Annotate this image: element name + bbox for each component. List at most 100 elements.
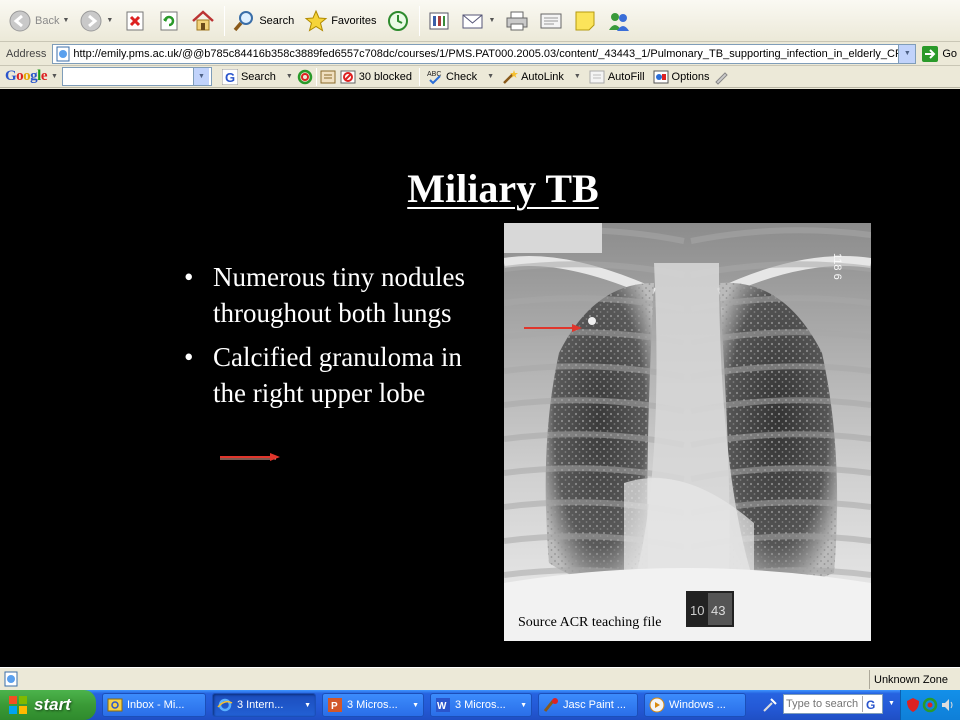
back-button[interactable]: Back ▼ (4, 4, 73, 38)
history-button[interactable] (382, 4, 414, 38)
options-icon (653, 69, 669, 85)
go-button[interactable]: Go (922, 45, 958, 62)
address-dropdown-icon[interactable]: ▼ (898, 44, 916, 63)
taskbar-item-ie-group[interactable]: 3 Intern... ▼ (212, 693, 316, 717)
svg-text:G: G (225, 70, 235, 85)
mail-button[interactable]: ▼ (457, 4, 499, 38)
group-dropdown-icon: ▼ (304, 701, 311, 709)
discuss-button[interactable] (569, 4, 601, 38)
back-dropdown-icon[interactable]: ▼ (62, 17, 69, 24)
news-icon[interactable] (320, 69, 336, 85)
go-label: Go (942, 47, 958, 60)
quick-launch-icon[interactable] (762, 697, 778, 713)
autolink-wand-icon (502, 69, 519, 85)
taskbar-item-powerpoint-group[interactable]: P 3 Micros... ▼ (322, 693, 424, 717)
film-corner-marker: 118 6 (831, 253, 843, 280)
address-input[interactable] (73, 47, 899, 60)
forward-dropdown-icon[interactable]: ▼ (106, 17, 113, 24)
autolink-button[interactable]: AutoLink ▼ (502, 67, 581, 87)
research-button[interactable] (423, 4, 455, 38)
taskbar-item-windows-media[interactable]: Windows ... (644, 693, 746, 717)
taskbar-item-paint-shop[interactable]: Jasc Paint ... (538, 693, 638, 717)
forward-button[interactable]: ▼ (75, 4, 117, 38)
taskbar-item-outlook[interactable]: Inbox - Mi... (102, 693, 206, 717)
google-search-options-icon[interactable]: ▼ (286, 73, 293, 80)
google-logo[interactable]: Google (0, 68, 51, 85)
pagerank-icon[interactable] (297, 69, 313, 85)
google-separator (418, 67, 420, 86)
favorites-star-icon (304, 9, 328, 33)
address-bar: Address ▼ Go (0, 42, 960, 66)
google-desktop-icon[interactable]: G (862, 696, 878, 712)
favorites-button[interactable]: Favorites (300, 4, 380, 38)
print-button[interactable] (501, 4, 533, 38)
stop-button[interactable] (119, 4, 151, 38)
internet-explorer-icon (217, 697, 233, 713)
go-arrow-icon (922, 45, 939, 62)
google-g-icon: G (221, 68, 238, 85)
svg-text:W: W (437, 701, 447, 712)
taskbar-item-count: 3 (237, 699, 244, 711)
refresh-icon (157, 9, 181, 33)
status-bar: Unknown Zone (0, 667, 960, 690)
spell-check-dropdown-icon[interactable]: ▼ (487, 73, 494, 80)
desktop-search-input[interactable] (784, 698, 862, 710)
popup-blocker-button[interactable]: 30 blocked (340, 67, 412, 87)
address-field[interactable]: ▼ (52, 43, 917, 64)
refresh-button[interactable] (153, 4, 185, 38)
taskbar-item-label: Micros... (356, 699, 398, 711)
home-button[interactable] (187, 4, 219, 38)
group-dropdown-icon: ▼ (412, 701, 419, 709)
autolink-dropdown-icon[interactable]: ▼ (574, 73, 581, 80)
toolbar-separator (224, 5, 226, 36)
tray-network-icon[interactable] (922, 697, 938, 713)
google-search-box[interactable]: ▼ (61, 67, 212, 86)
page-icon (55, 46, 71, 62)
abc-check-icon: ABC (427, 69, 443, 85)
sticky-note-icon (573, 9, 597, 33)
desktop-search-box[interactable]: G (783, 694, 883, 714)
tray-volume-icon[interactable] (940, 697, 956, 713)
spell-check-label: Check (445, 70, 478, 83)
windows-flag-icon (8, 695, 28, 715)
zone-label: Unknown Zone (874, 673, 948, 686)
svg-text:P: P (331, 701, 338, 712)
history-clock-icon (386, 9, 410, 33)
autofill-button[interactable]: AutoFill (589, 67, 645, 87)
image-source-caption: Source ACR teaching file (518, 615, 662, 630)
stop-icon (123, 9, 147, 33)
taskbar-item-count: 3 (347, 699, 354, 711)
red-arrow-legend-icon (220, 453, 280, 461)
back-arrow-icon (8, 9, 32, 33)
search-button[interactable]: Search (228, 4, 298, 38)
taskbar-item-word-group[interactable]: W 3 Micros... ▼ (430, 693, 532, 717)
taskbar-item-label: Intern... (246, 699, 284, 711)
options-button[interactable]: Options (653, 67, 709, 87)
google-search-button[interactable]: G Search ▼ (221, 67, 293, 87)
google-search-dropdown-icon[interactable]: ▼ (192, 68, 209, 85)
word-icon: W (435, 697, 451, 713)
home-icon (191, 9, 215, 33)
mail-dropdown-icon[interactable]: ▼ (488, 17, 495, 24)
film-marker-left: 10 (690, 603, 704, 618)
toolbar-separator (419, 5, 421, 36)
media-player-icon (649, 697, 665, 713)
slide-content: Miliary TB Numerous tiny nodules through… (0, 89, 960, 667)
autofill-form-icon (589, 69, 605, 85)
edit-button[interactable] (535, 4, 567, 38)
tray-shield-icon[interactable] (905, 697, 921, 713)
google-menu-dropdown-icon[interactable]: ▼ (51, 73, 58, 80)
outlook-icon (107, 697, 123, 713)
messenger-button[interactable] (603, 4, 635, 38)
security-zone: Unknown Zone (869, 670, 959, 689)
google-search-input[interactable] (62, 68, 193, 85)
highlighter-pencil-icon[interactable] (713, 69, 729, 85)
chest-xray-image: 118 6 10 43 (504, 223, 871, 641)
messenger-people-icon (607, 9, 631, 33)
popup-blocked-icon (340, 69, 356, 85)
film-marker-right: 43 (711, 603, 725, 618)
spell-check-button[interactable]: ABC Check ▼ (427, 67, 494, 87)
back-label: Back (35, 14, 60, 27)
start-button[interactable]: start (0, 690, 96, 720)
desktop-search-dropdown-icon[interactable]: ▼ (888, 700, 895, 707)
